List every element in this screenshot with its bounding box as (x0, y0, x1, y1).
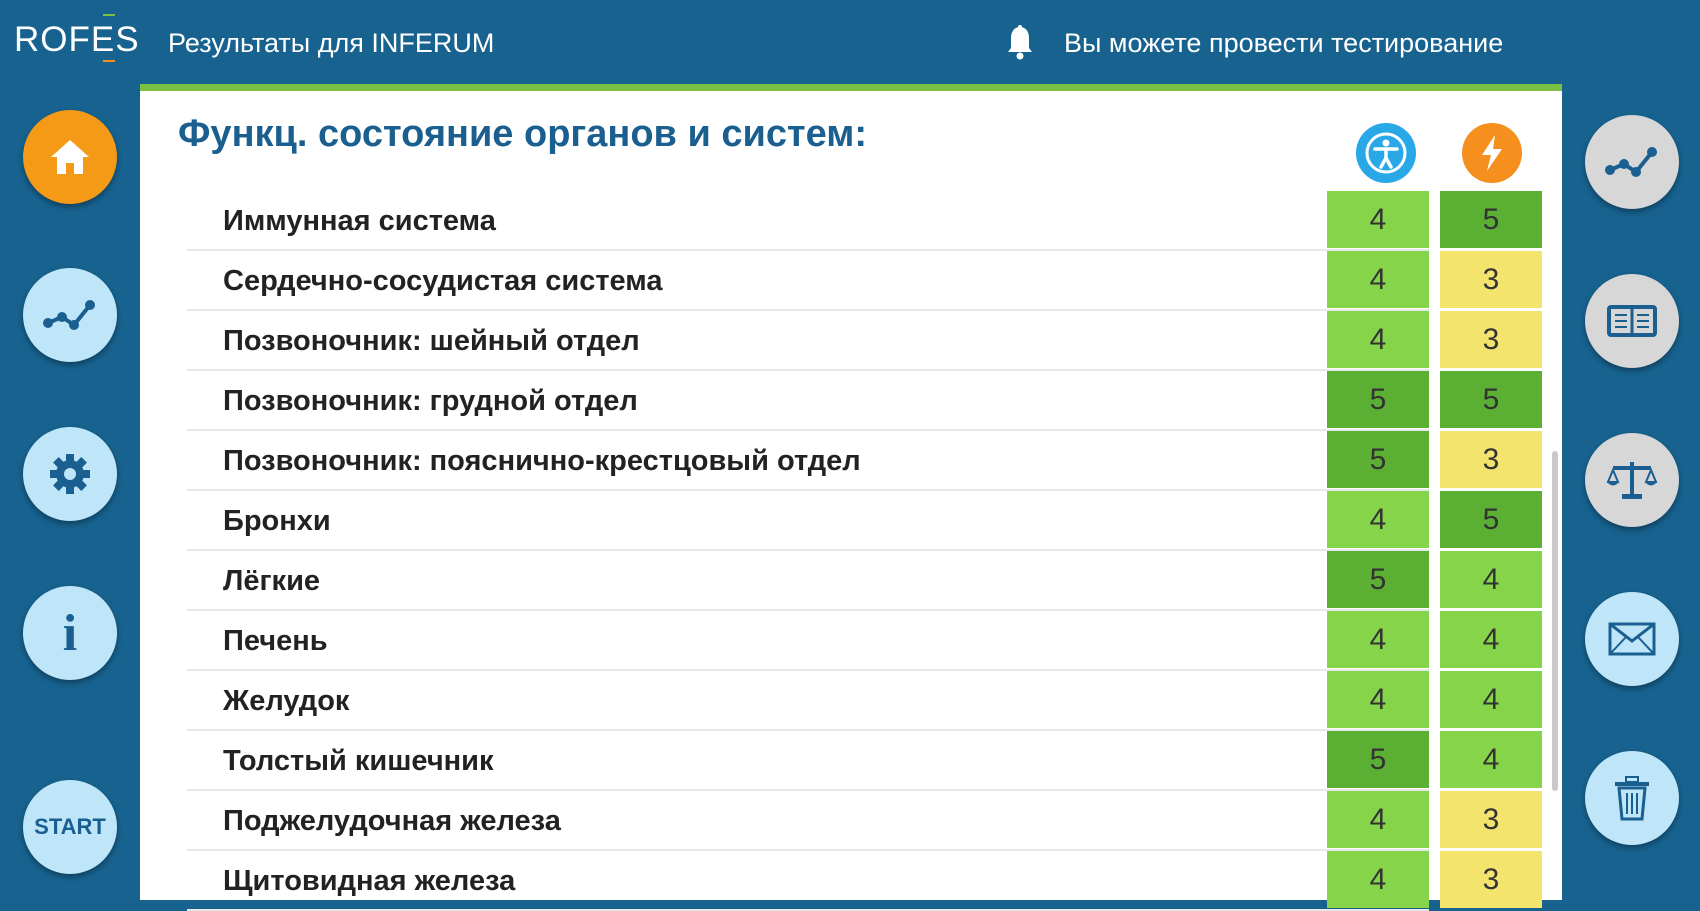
logo-accent-bottom (103, 60, 115, 62)
mail-icon (1608, 622, 1656, 656)
home-button[interactable] (23, 110, 117, 204)
organ-name: Позвоночник: грудной отдел (223, 385, 638, 417)
energy-score: 4 (1440, 551, 1542, 608)
body-score: 4 (1327, 311, 1429, 368)
body-score: 4 (1327, 251, 1429, 308)
energy-icon[interactable] (1462, 123, 1522, 183)
energy-score: 5 (1440, 191, 1542, 248)
organ-name: Бронхи (223, 505, 331, 537)
delete-button[interactable] (1585, 751, 1679, 845)
chart-icon (43, 300, 95, 330)
body-score: 4 (1327, 791, 1429, 848)
top-bar: ROFES Результаты для INFERUM Вы можете п… (0, 0, 1700, 88)
chart-icon (1605, 147, 1657, 177)
organ-name: Печень (223, 625, 328, 657)
energy-score: 3 (1440, 791, 1542, 848)
energy-score: 3 (1440, 251, 1542, 308)
organ-name: Желудок (223, 685, 350, 717)
energy-score: 4 (1440, 731, 1542, 788)
organ-row[interactable]: Желудок 4 4 (187, 671, 1542, 731)
organ-row[interactable]: Сердечно-сосудистая система 4 3 (187, 251, 1542, 311)
energy-score: 4 (1440, 671, 1542, 728)
organ-name: Сердечно-сосудистая система (223, 265, 663, 297)
start-button[interactable]: START (23, 780, 117, 874)
organ-name: Поджелудочная железа (223, 805, 561, 837)
organ-row[interactable]: Позвоночник: шейный отдел 4 3 (187, 311, 1542, 371)
testing-notice[interactable]: Вы можете провести тестирование (1064, 28, 1503, 59)
info-button[interactable]: i (23, 586, 117, 680)
organ-name: Лёгкие (223, 565, 321, 597)
gear-icon (50, 454, 90, 494)
home-icon (51, 140, 89, 174)
energy-score: 4 (1440, 611, 1542, 668)
organ-row[interactable]: Щитовидная железа 4 3 (187, 851, 1542, 911)
settings-button[interactable] (23, 427, 117, 521)
body-score: 4 (1327, 611, 1429, 668)
book-icon (1607, 305, 1657, 337)
organ-name: Иммунная система (223, 205, 496, 237)
trash-icon (1615, 776, 1649, 821)
organ-row[interactable]: Лёгкие 5 4 (187, 551, 1542, 611)
body-score: 5 (1327, 431, 1429, 488)
organ-row[interactable]: Печень 4 4 (187, 611, 1542, 671)
organ-row[interactable]: Позвоночник: грудной отдел 5 5 (187, 371, 1542, 431)
body-score: 5 (1327, 731, 1429, 788)
organ-list: Иммунная система 4 5 Сердечно-сосудистая си… (187, 191, 1542, 911)
book-button[interactable] (1585, 274, 1679, 368)
organ-name: Щитовидная железа (223, 865, 516, 897)
energy-score: 5 (1440, 491, 1542, 548)
section-heading: Функц. состояние органов и систем: (178, 113, 868, 155)
scales-icon (1606, 462, 1658, 499)
logo-accent-top (103, 14, 115, 16)
organ-name: Позвоночник: шейный отдел (223, 325, 640, 357)
bell-icon[interactable] (1005, 24, 1035, 62)
energy-score: 3 (1440, 851, 1542, 908)
info-icon: i (62, 604, 78, 662)
energy-score: 3 (1440, 431, 1542, 488)
body-score: 4 (1327, 491, 1429, 548)
results-panel: Функц. состояние органов и систем: Иммун… (140, 84, 1562, 911)
energy-score: 5 (1440, 371, 1542, 428)
body-score: 4 (1327, 191, 1429, 248)
energy-score: 3 (1440, 311, 1542, 368)
body-score: 5 (1327, 371, 1429, 428)
right-chart-button[interactable] (1585, 115, 1679, 209)
organ-row[interactable]: Толстый кишечник 5 4 (187, 731, 1542, 791)
compare-button[interactable] (1585, 433, 1679, 527)
mail-button[interactable] (1585, 592, 1679, 686)
scrollbar[interactable] (1552, 451, 1558, 791)
body-score: 4 (1327, 851, 1429, 908)
body-icon[interactable] (1356, 123, 1416, 183)
body-score: 4 (1327, 671, 1429, 728)
rofes-logo: ROFES (14, 14, 140, 62)
organ-name: Позвоночник: пояснично-крестцовый отдел (223, 445, 861, 477)
left-chart-button[interactable] (23, 268, 117, 362)
page-title: Результаты для INFERUM (168, 28, 495, 58)
organ-row[interactable]: Поджелудочная железа 4 3 (187, 791, 1542, 851)
start-label: START (34, 814, 106, 839)
organ-row[interactable]: Бронхи 4 5 (187, 491, 1542, 551)
organ-row[interactable]: Позвоночник: пояснично-крестцовый отдел 5… (187, 431, 1542, 491)
organ-name: Толстый кишечник (223, 745, 494, 777)
body-score: 5 (1327, 551, 1429, 608)
organ-row[interactable]: Иммунная система 4 5 (187, 191, 1542, 251)
